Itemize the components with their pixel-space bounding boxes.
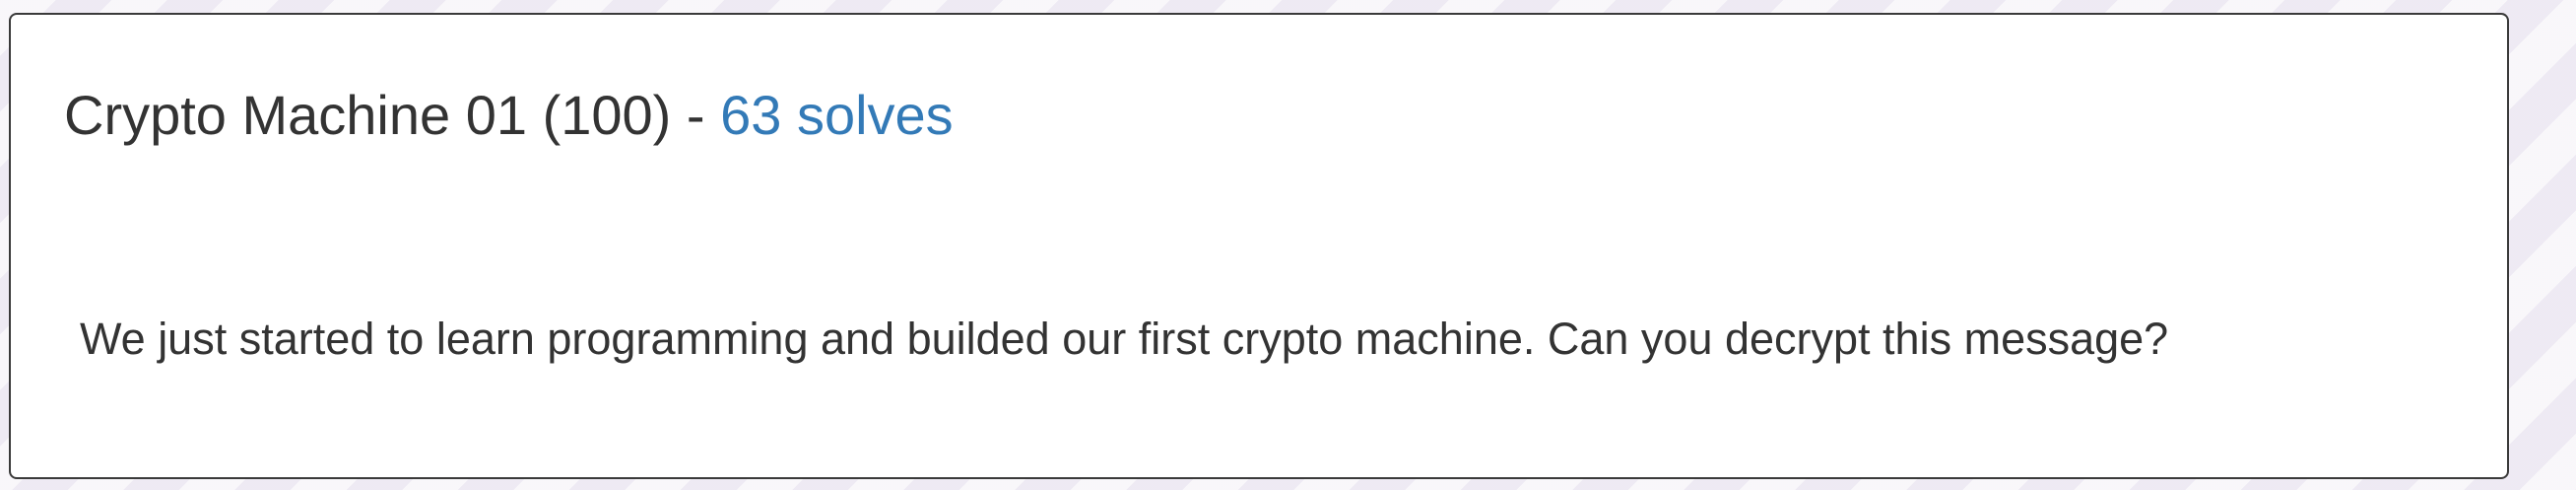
- challenge-card: Crypto Machine 01 (100) - 63 solves We j…: [9, 13, 2509, 479]
- challenge-name: Crypto Machine 01: [64, 84, 528, 146]
- challenge-title: Crypto Machine 01 (100) - 63 solves: [64, 82, 954, 148]
- challenge-points: (100): [542, 84, 672, 146]
- solves-link[interactable]: 63 solves: [720, 84, 954, 146]
- challenge-description: We just started to learn programming and…: [80, 314, 2169, 364]
- title-separator: -: [686, 84, 705, 146]
